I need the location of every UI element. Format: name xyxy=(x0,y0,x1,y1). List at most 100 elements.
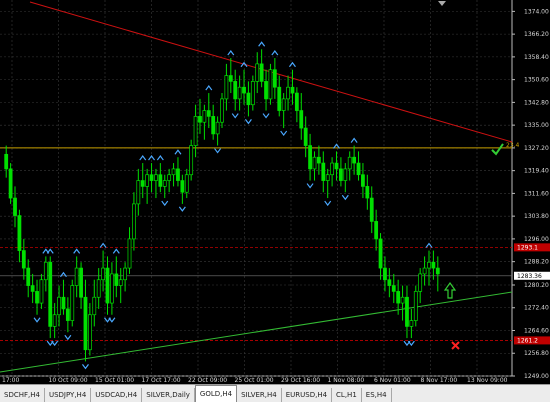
candle-body xyxy=(26,267,31,286)
candle-body xyxy=(39,279,44,304)
price-chart[interactable]: 1374.00 1366.20 1358.40 1350.60 1342.80 1335.… xyxy=(0,0,550,384)
price-tick-label: 1350.60 xyxy=(524,77,549,84)
candle xyxy=(21,238,26,280)
chart-tab[interactable]: CL,H1 xyxy=(332,388,362,402)
candle-body xyxy=(361,174,365,187)
chart-tab[interactable]: SILVER,H4 xyxy=(237,388,282,402)
candle xyxy=(422,256,427,286)
candle-body xyxy=(325,174,330,181)
candle-body xyxy=(303,127,308,146)
price-tick-label: 1303.80 xyxy=(524,213,549,220)
candle xyxy=(228,58,233,94)
candle xyxy=(92,279,97,327)
candle xyxy=(413,285,418,327)
candle xyxy=(87,303,92,356)
candle-body xyxy=(400,296,405,304)
candle-body xyxy=(154,174,158,181)
fractal-up-marker xyxy=(59,271,67,278)
fractal-down-marker xyxy=(81,364,89,370)
candle xyxy=(277,75,282,117)
candle-body xyxy=(409,320,414,327)
price-tick-label: 1311.60 xyxy=(524,190,549,197)
candle xyxy=(391,273,396,304)
candle xyxy=(149,163,154,193)
support-trendline[interactable] xyxy=(0,291,513,373)
candle xyxy=(321,151,326,193)
candle-body xyxy=(413,291,418,321)
chart-tab[interactable]: SILVER,Daily xyxy=(142,388,195,402)
candle xyxy=(233,69,238,111)
price-tick-label: 1288.20 xyxy=(524,259,549,266)
fractal-up-marker xyxy=(148,155,156,161)
candle xyxy=(427,250,431,286)
candle-body xyxy=(202,110,207,123)
candle-body xyxy=(281,98,286,111)
chart-tab[interactable]: GOLD,H4 xyxy=(194,385,238,402)
current-price-tag: 1283.36 xyxy=(517,273,542,280)
candle-body xyxy=(228,75,233,82)
dropdown-arrow-icon[interactable] xyxy=(438,1,446,6)
chart-grid xyxy=(0,0,513,377)
candle xyxy=(347,151,352,181)
chart-window[interactable]: 1374.00 1366.20 1358.40 1350.60 1342.80 1335.… xyxy=(0,0,550,384)
fractal-down-marker xyxy=(33,317,41,323)
time-tick-label: 13 Nov 09:00 xyxy=(467,377,508,384)
candle xyxy=(35,279,39,315)
candle-body xyxy=(158,174,163,187)
candle-body xyxy=(356,162,361,176)
candle xyxy=(110,262,114,315)
candle xyxy=(202,104,207,140)
candle-body xyxy=(347,156,352,170)
price-tick-label: 1374.00 xyxy=(524,8,549,15)
candle xyxy=(65,297,70,333)
fractal-down-marker xyxy=(262,113,270,119)
fractal-down-marker xyxy=(231,113,239,119)
time-tick-label: 25 Oct 01:00 xyxy=(235,377,274,384)
candle-body xyxy=(299,110,304,129)
candle-body xyxy=(215,121,220,135)
candle xyxy=(13,186,17,228)
candle-body xyxy=(387,279,392,286)
chart-icons xyxy=(438,1,504,350)
horizontal-levels xyxy=(0,147,512,341)
candle xyxy=(431,250,436,280)
candle xyxy=(96,268,101,309)
candle-body xyxy=(277,86,282,111)
price-tick-label: 1264.60 xyxy=(524,327,549,334)
candle xyxy=(198,98,202,134)
candle-body xyxy=(224,75,229,100)
candle-body xyxy=(140,180,145,187)
candle xyxy=(162,174,167,199)
candle xyxy=(356,151,361,181)
candle-body xyxy=(418,273,423,292)
candle xyxy=(259,49,264,88)
candle xyxy=(176,157,180,187)
candle xyxy=(8,163,13,204)
candle xyxy=(242,69,246,105)
trendlines[interactable] xyxy=(0,1,513,373)
candle xyxy=(255,52,260,94)
price-tick-label: 1366.20 xyxy=(524,31,549,38)
price-tick-label: 1249.00 xyxy=(524,373,549,380)
candle xyxy=(286,75,290,111)
candle xyxy=(140,163,145,199)
chart-tab[interactable]: ES,H4 xyxy=(362,388,392,402)
fractal-down-marker xyxy=(178,206,186,212)
fractal-down-marker xyxy=(324,200,332,207)
candle xyxy=(339,157,343,187)
fractal-up-marker xyxy=(350,137,358,143)
chart-tab[interactable]: EURUSD,H4 xyxy=(282,388,333,402)
candle xyxy=(211,104,216,140)
candle xyxy=(206,93,211,129)
fractal-down-marker xyxy=(280,130,288,137)
candle-body xyxy=(374,221,379,240)
chart-tab-bar: SDCHF,H4 USDJPY,H4 USDCAD,H4 SILVER,Daily GO… xyxy=(0,384,550,402)
chart-tab[interactable]: USDCAD,H4 xyxy=(91,388,143,402)
candle-body xyxy=(220,98,224,123)
candle-body xyxy=(242,86,246,94)
candle-body xyxy=(74,267,79,286)
chart-tab[interactable]: SDCHF,H4 xyxy=(0,388,45,402)
fractal-down-marker xyxy=(306,183,314,189)
candle xyxy=(171,163,176,187)
chart-tab[interactable]: USDJPY,H4 xyxy=(45,388,92,402)
